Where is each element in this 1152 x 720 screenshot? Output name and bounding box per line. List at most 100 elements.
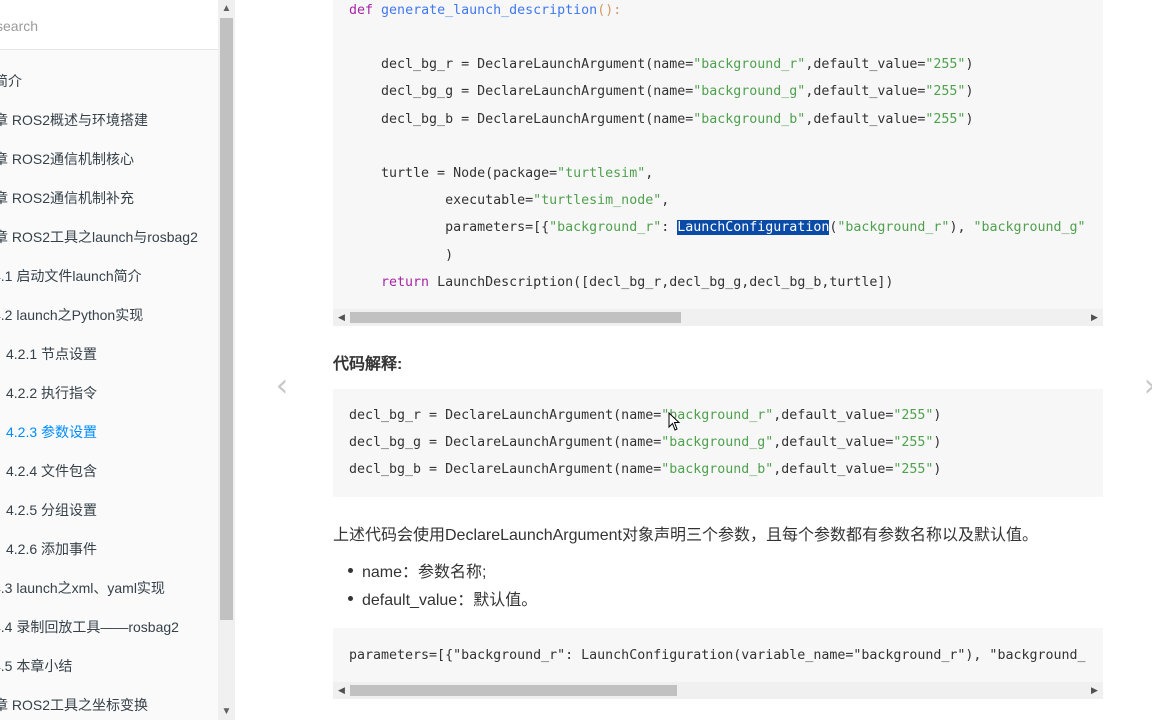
sidebar-item[interactable]: 4.4 录制回放工具——rosbag2 — [0, 608, 218, 647]
code-text: decl_bg_b = DeclareLaunchArgument(name= — [349, 112, 694, 127]
search-input[interactable] — [0, 12, 208, 40]
code-text: ,default_value= — [773, 462, 894, 477]
code-text: , — [661, 193, 670, 208]
code-text: ,default_value= — [773, 435, 894, 450]
bullet-icon — [348, 596, 353, 602]
scroll-right-icon[interactable]: ▶ — [1086, 309, 1103, 326]
code-text: decl_bg_g = DeclareLaunchArgument(name= — [349, 84, 694, 99]
section-heading: 代码解释: — [333, 356, 403, 373]
scroll-right-icon[interactable]: ▶ — [1086, 682, 1103, 699]
code-string: "255" — [893, 435, 934, 450]
code-keyword: return — [381, 275, 430, 290]
list-item-text: default_value：默认值。 — [362, 592, 538, 609]
code-text: executable= — [349, 193, 534, 208]
scroll-left-icon[interactable]: ◀ — [333, 682, 350, 699]
sidebar-nav: 简介章 ROS2概述与环境搭建章 ROS2通信机制核心章 ROS2通信机制补充章… — [0, 62, 218, 720]
sidebar-item[interactable]: 4.2.6 添加事件 — [0, 530, 218, 569]
bullet-list: name：参数名称; default_value：默认值。 — [348, 561, 537, 617]
sidebar-item[interactable]: 4.2.2 执行指令 — [0, 374, 218, 413]
sidebar-item[interactable]: 简介 — [0, 62, 218, 101]
code-string: "255" — [925, 112, 966, 127]
code-text: ,default_value= — [805, 84, 926, 99]
sidebar-item-label: 4.2.5 分组设置 — [6, 502, 98, 518]
code-text: ), — [949, 220, 974, 235]
sidebar-item[interactable]: 4.2 launch之Python实现 — [0, 296, 218, 335]
code-string: "255" — [893, 408, 934, 423]
code-block-scrollbar[interactable]: ◀ ▶ — [333, 309, 1103, 326]
code-text: ,default_value= — [805, 57, 926, 72]
code-line: decl_bg_r = DeclareLaunchArgument(name= "… — [349, 408, 941, 423]
code-text: decl_bg_r = DeclareLaunchArgument(name= — [349, 57, 694, 72]
sidebar-item-label: 4.4 录制回放工具——rosbag2 — [0, 619, 179, 635]
code-string: "turtlesim_node" — [533, 193, 662, 208]
scroll-down-icon[interactable]: ▼ — [218, 703, 235, 720]
code-text: ) — [933, 435, 942, 450]
code-line: turtle = Node(package="turtlesim", — [349, 166, 653, 181]
sidebar-item-label: 章 ROS2概述与环境搭建 — [0, 112, 149, 128]
sidebar-item[interactable]: 4.2.5 分组设置 — [0, 491, 218, 530]
code-text: parameters=[{"background_r": LaunchConfi… — [349, 648, 1086, 663]
sidebar-item-label: 4.2 launch之Python实现 — [0, 307, 144, 323]
scroll-up-icon[interactable]: ▲ — [218, 0, 235, 17]
list-item: default_value：默认值。 — [348, 589, 537, 617]
sidebar-item[interactable]: 4.2.1 节点设置 — [0, 335, 218, 374]
mouse-cursor-icon — [668, 412, 680, 431]
sidebar-item[interactable]: 4.2.4 文件包含 — [0, 452, 218, 491]
sidebar-item-label: 4.1 启动文件launch简介 — [0, 268, 142, 284]
scrollbar-thumb[interactable] — [350, 312, 681, 323]
code-block-scrollbar[interactable]: ◀ ▶ — [333, 682, 1103, 699]
code-text: , — [645, 166, 654, 181]
sidebar-item[interactable]: 4.2.3 参数设置 — [0, 413, 218, 452]
sidebar-item[interactable]: 章 ROS2工具之launch与rosbag2 — [0, 218, 218, 257]
sidebar-scrollbar-thumb[interactable] — [220, 18, 233, 620]
code-line: decl_bg_b = DeclareLaunchArgument(name="… — [349, 112, 973, 127]
code-text: ,default_value= — [805, 112, 926, 127]
code-string: "background_g" — [661, 435, 774, 450]
sidebar-item-label: 4.2.3 参数设置 — [6, 424, 98, 440]
code-line: decl_bg_g = DeclareLaunchArgument(name= "… — [349, 84, 973, 99]
code-line: executable="turtlesim_node", — [349, 193, 669, 208]
description-paragraph: 上述代码会使用DeclareLaunchArgument对象声明三个参数，且每个… — [333, 527, 1038, 544]
sidebar-scrollbar[interactable]: ▲ ▼ — [218, 0, 235, 720]
sidebar-item[interactable]: 章 ROS2通信机制核心 — [0, 140, 218, 179]
code-text: ) — [933, 462, 942, 477]
scrollbar-thumb[interactable] — [350, 685, 677, 696]
scroll-left-icon[interactable]: ◀ — [333, 309, 350, 326]
next-page-icon[interactable]: › — [1140, 368, 1152, 402]
sidebar-item[interactable]: 章 ROS2概述与环境搭建 — [0, 101, 218, 140]
code-block-parameters: parameters=[{"background_r": LaunchConfi… — [333, 628, 1103, 682]
code-text: ,default_value= — [773, 408, 894, 423]
sidebar-item-label: 章 ROS2通信机制核心 — [0, 151, 135, 167]
code-text: ) — [349, 248, 454, 263]
code-line: ) — [349, 248, 453, 263]
sidebar-item-label: 章 ROS2工具之launch与rosbag2 — [0, 229, 198, 245]
code-string: "background_r" — [693, 57, 806, 72]
code-text: parameters=[{ — [349, 220, 550, 235]
code-string: "background_b" — [693, 112, 806, 127]
sidebar-item-label: 4.2.6 添加事件 — [6, 541, 98, 557]
selected-text[interactable]: LaunchConfiguration — [677, 220, 830, 235]
sidebar-item[interactable]: 4.1 启动文件launch简介 — [0, 257, 218, 296]
search-box — [0, 0, 218, 50]
code-string: "255" — [925, 84, 966, 99]
code-string: "background_r" — [549, 220, 662, 235]
code-punct: (): — [597, 3, 622, 18]
sidebar-item-label: 章 ROS2工具之坐标变换 — [0, 697, 149, 713]
sidebar-item[interactable]: 4.3 launch之xml、yaml实现 — [0, 569, 218, 608]
sidebar-item-label: 简介 — [0, 73, 22, 89]
code-string: "255" — [925, 57, 966, 72]
code-string: "turtlesim" — [557, 166, 646, 181]
code-text: turtle = Node(package= — [349, 166, 558, 181]
sidebar-item[interactable]: 4.5 本章小结 — [0, 647, 218, 686]
code-block-launch: def generate_launch_description(): decl_… — [333, 0, 1103, 309]
sidebar-item[interactable]: 章 ROS2通信机制补充 — [0, 179, 218, 218]
sidebar-item-label: 4.5 本章小结 — [0, 658, 73, 674]
code-text: decl_bg_g = DeclareLaunchArgument(name= — [349, 435, 662, 450]
code-keyword: def — [349, 3, 374, 18]
sidebar: 简介章 ROS2概述与环境搭建章 ROS2通信机制核心章 ROS2通信机制补充章… — [0, 0, 219, 720]
previous-page-icon[interactable]: ‹ — [272, 368, 292, 402]
sidebar-item[interactable]: 章 ROS2工具之坐标变换 — [0, 686, 218, 720]
list-item-text: name：参数名称; — [362, 564, 487, 581]
code-string: "background_r" — [837, 220, 950, 235]
code-line: decl_bg_g = DeclareLaunchArgument(name="… — [349, 435, 941, 450]
